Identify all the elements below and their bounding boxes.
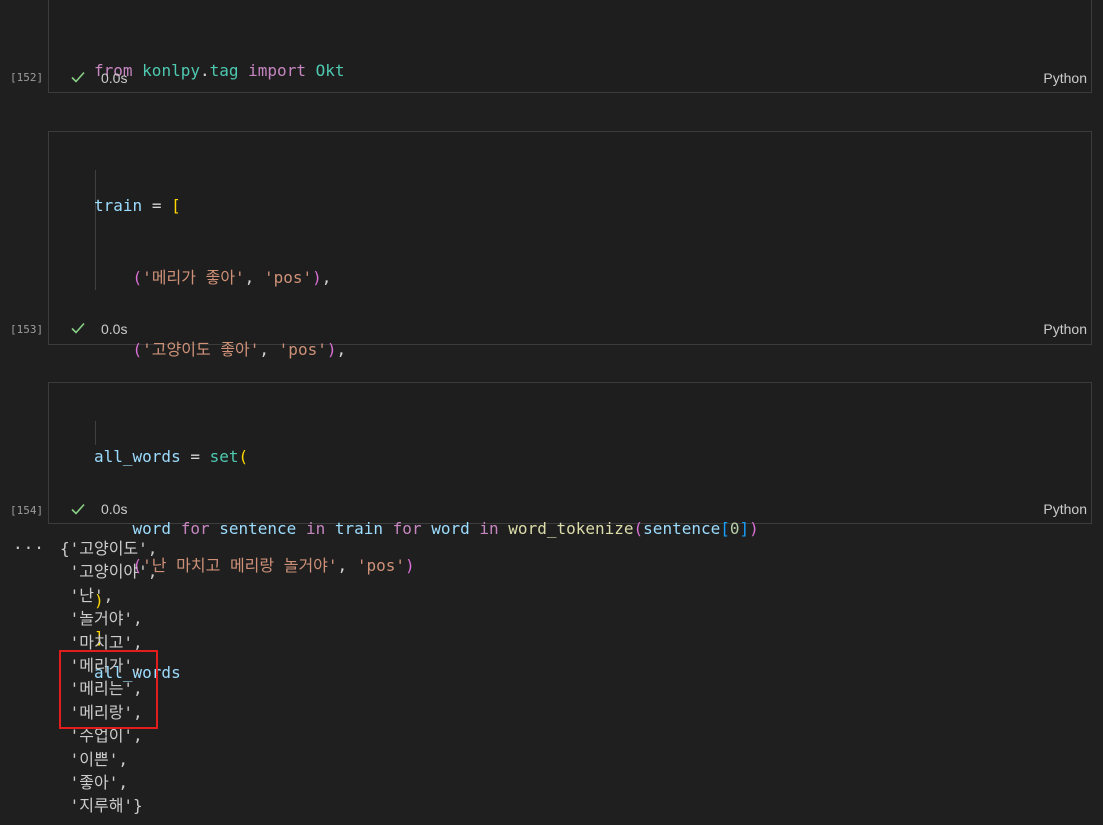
output-line: '난', — [60, 585, 114, 605]
success-check-icon — [70, 320, 86, 336]
execution-time: 0.0s — [101, 321, 128, 337]
code-cell-152[interactable]: from konlpy.tag import Okt pos_tagger = … — [48, 0, 1092, 152]
code-cell-153[interactable]: train = [ ('메리가 좋아', 'pos'), ('고양이도 좋아',… — [48, 131, 1092, 647]
notebook: from konlpy.tag import Okt pos_tagger = … — [0, 0, 1103, 825]
highlight-box — [59, 650, 158, 729]
cell-language-picker[interactable]: Python — [1043, 70, 1087, 86]
cell-language-picker[interactable]: Python — [1043, 501, 1087, 517]
code-line: word for sentence in train for word in w… — [132, 519, 759, 538]
success-check-icon — [70, 69, 86, 85]
execution-count: [152] — [10, 71, 44, 84]
code-line: all_words — [94, 663, 181, 682]
code-editor[interactable]: all_words = set( word for sentence in tr… — [94, 397, 759, 733]
output-line: '이쁜', — [60, 749, 128, 769]
execution-time: 0.0s — [101, 70, 128, 86]
output-actions-ellipsis[interactable]: ... — [13, 534, 45, 553]
code-cell-154[interactable]: all_words = set( word for sentence in tr… — [48, 382, 1092, 682]
output-line: '놀거야', — [60, 609, 143, 629]
code-line: ('고양이도 좋아', 'pos'), — [132, 340, 347, 359]
output-line: {'고양이도', — [60, 539, 158, 558]
code-line: ) — [94, 591, 104, 610]
execution-count: [154] — [10, 504, 44, 517]
cell-language-picker[interactable]: Python — [1043, 321, 1087, 337]
output-line: '좋아', — [60, 773, 128, 793]
code-line: all_words = set( — [94, 447, 249, 466]
code-line: from konlpy.tag import Okt — [94, 61, 345, 80]
output-line: '지루해'} — [60, 796, 143, 816]
output-line: '고양이야', — [60, 562, 158, 582]
execution-count: [153] — [10, 323, 44, 336]
success-check-icon — [70, 501, 86, 517]
execution-time: 0.0s — [101, 501, 128, 517]
code-line: ('메리가 좋아', 'pos'), — [132, 268, 332, 287]
code-line: train = [ — [94, 196, 181, 215]
